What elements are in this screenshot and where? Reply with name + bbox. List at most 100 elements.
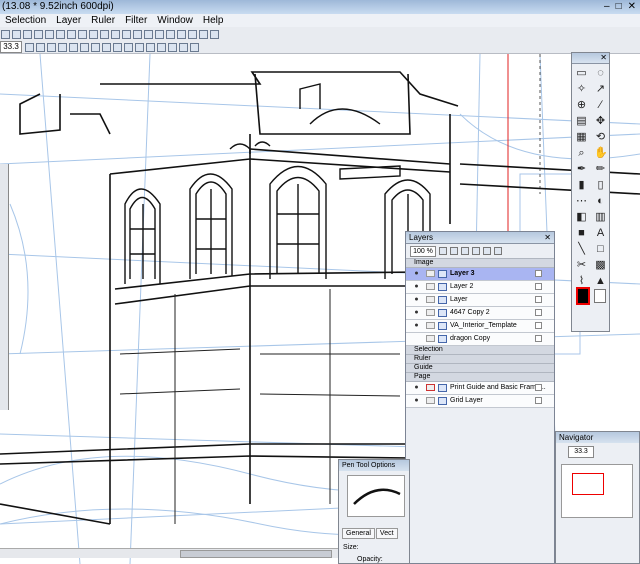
- menu-help[interactable]: Help: [198, 14, 229, 27]
- tone-icon[interactable]: ▩: [594, 259, 607, 272]
- print-icon[interactable]: [56, 29, 65, 39]
- layout-icon[interactable]: [67, 29, 76, 39]
- layer-move-icon[interactable]: ▤: [575, 115, 588, 128]
- foreground-color-swatch[interactable]: [576, 287, 590, 305]
- airbrush-icon[interactable]: ⋯: [575, 195, 588, 208]
- lock-icon[interactable]: [426, 283, 435, 290]
- pencil-icon[interactable]: ✏: [594, 163, 607, 176]
- zoom-field[interactable]: 33.3: [0, 41, 22, 53]
- lock-icon[interactable]: [426, 397, 435, 404]
- layers-panel-header[interactable]: Layers ✕: [406, 232, 554, 244]
- layer-mode-icon[interactable]: [535, 397, 542, 404]
- brush-icon[interactable]: ∕: [594, 99, 607, 112]
- transform-icon[interactable]: ▦: [575, 131, 588, 144]
- save-icon[interactable]: [12, 29, 21, 39]
- layout-icon[interactable]: [210, 29, 219, 39]
- layout-icon[interactable]: [133, 29, 142, 39]
- eye-icon[interactable]: ●: [412, 384, 421, 391]
- rotate-icon[interactable]: [58, 42, 67, 52]
- eye-icon[interactable]: ●: [412, 283, 421, 290]
- menu-filter[interactable]: Filter: [120, 14, 152, 27]
- pen-icon[interactable]: ✒: [575, 163, 588, 176]
- layer-mode-icon[interactable]: [535, 296, 542, 303]
- layer-mode-icon[interactable]: [535, 270, 542, 277]
- hand-icon[interactable]: ✋: [594, 147, 608, 160]
- eye-icon[interactable]: ●: [412, 296, 421, 303]
- layout-icon[interactable]: [166, 29, 175, 39]
- minimize-button[interactable]: –: [604, 0, 610, 14]
- snap-icon[interactable]: [135, 42, 144, 52]
- layer-options-icon[interactable]: [483, 247, 491, 255]
- layer-row[interactable]: ● Layer 2: [406, 281, 554, 294]
- background-color-swatch[interactable]: [594, 289, 606, 303]
- pick-icon[interactable]: ⊕: [575, 99, 588, 112]
- maximize-button[interactable]: □: [616, 0, 622, 14]
- gradient-icon[interactable]: ▥: [594, 211, 607, 224]
- magic-wand-icon[interactable]: ✧: [575, 83, 588, 96]
- new-layer-icon[interactable]: [439, 247, 447, 255]
- ruler-tool-icon[interactable]: ✂: [575, 259, 588, 272]
- left-panel-edge[interactable]: [0, 164, 9, 410]
- lock-icon[interactable]: [426, 322, 435, 329]
- scroll-thumb[interactable]: [180, 550, 332, 558]
- lock-icon[interactable]: [426, 309, 435, 316]
- menu-window[interactable]: Window: [152, 14, 198, 27]
- layout-icon[interactable]: [188, 29, 197, 39]
- layout-icon[interactable]: [111, 29, 120, 39]
- navigator-thumbnail[interactable]: [561, 464, 633, 518]
- navigator-header[interactable]: Navigator: [556, 432, 639, 443]
- close-button[interactable]: ✕: [628, 0, 636, 14]
- layer-group-guide[interactable]: Guide: [406, 364, 554, 373]
- snap-icon[interactable]: [146, 42, 155, 52]
- new-folder-icon[interactable]: [450, 247, 458, 255]
- navigator-view-frame[interactable]: [572, 473, 604, 495]
- eye-icon[interactable]: ●: [412, 397, 421, 404]
- layout-icon[interactable]: [100, 29, 109, 39]
- lock-icon[interactable]: [426, 296, 435, 303]
- frame-icon[interactable]: □: [594, 243, 607, 256]
- layer-mode-icon[interactable]: [535, 283, 542, 290]
- lasso-icon[interactable]: ◌: [594, 67, 607, 80]
- rect-select-icon[interactable]: ▭: [575, 67, 588, 80]
- marker-icon[interactable]: ▮: [575, 179, 588, 192]
- snap-icon[interactable]: [179, 42, 188, 52]
- layout-icon[interactable]: [144, 29, 153, 39]
- pen-tool-options-header[interactable]: Pen Tool Options: [339, 460, 409, 471]
- lock-icon[interactable]: [426, 384, 435, 391]
- lock-icon[interactable]: [426, 270, 435, 277]
- menu-layer[interactable]: Layer: [51, 14, 86, 27]
- close-icon[interactable]: ✕: [544, 232, 551, 243]
- copy-layer-icon[interactable]: [461, 247, 469, 255]
- shape-icon[interactable]: ■: [575, 227, 588, 240]
- snap-icon[interactable]: [168, 42, 177, 52]
- tool-palette-header[interactable]: ✕: [572, 53, 609, 64]
- flip-icon[interactable]: [91, 42, 100, 52]
- layout-icon[interactable]: [89, 29, 98, 39]
- layout-icon[interactable]: [177, 29, 186, 39]
- object-icon[interactable]: ▲: [594, 275, 607, 288]
- snap-icon[interactable]: [157, 42, 166, 52]
- rotate-icon[interactable]: [69, 42, 78, 52]
- text-icon[interactable]: A: [594, 227, 607, 240]
- line-icon[interactable]: ╲: [575, 243, 588, 256]
- lock-icon[interactable]: [426, 335, 435, 342]
- layer-mode-icon[interactable]: [535, 335, 542, 342]
- guide-icon[interactable]: [124, 42, 133, 52]
- eye-icon[interactable]: ●: [412, 322, 421, 329]
- layer-group-page[interactable]: Page: [406, 373, 554, 382]
- flip-icon[interactable]: [80, 42, 89, 52]
- layout-icon[interactable]: [199, 29, 208, 39]
- ruler-icon[interactable]: [113, 42, 122, 52]
- navigator-zoom-field[interactable]: 33.3: [568, 446, 594, 458]
- tab-general[interactable]: General: [342, 528, 375, 539]
- layer-mode-icon[interactable]: [535, 384, 542, 391]
- layout-icon[interactable]: [155, 29, 164, 39]
- layer-group-selection[interactable]: Selection: [406, 346, 554, 355]
- eye-icon[interactable]: ●: [412, 309, 421, 316]
- layer-row[interactable]: dragon Copy: [406, 333, 554, 346]
- back-icon[interactable]: [1, 29, 10, 39]
- layout-icon[interactable]: [122, 29, 131, 39]
- layout-icon[interactable]: [78, 29, 87, 39]
- fit-icon[interactable]: [47, 42, 56, 52]
- move-icon[interactable]: ✥: [594, 115, 607, 128]
